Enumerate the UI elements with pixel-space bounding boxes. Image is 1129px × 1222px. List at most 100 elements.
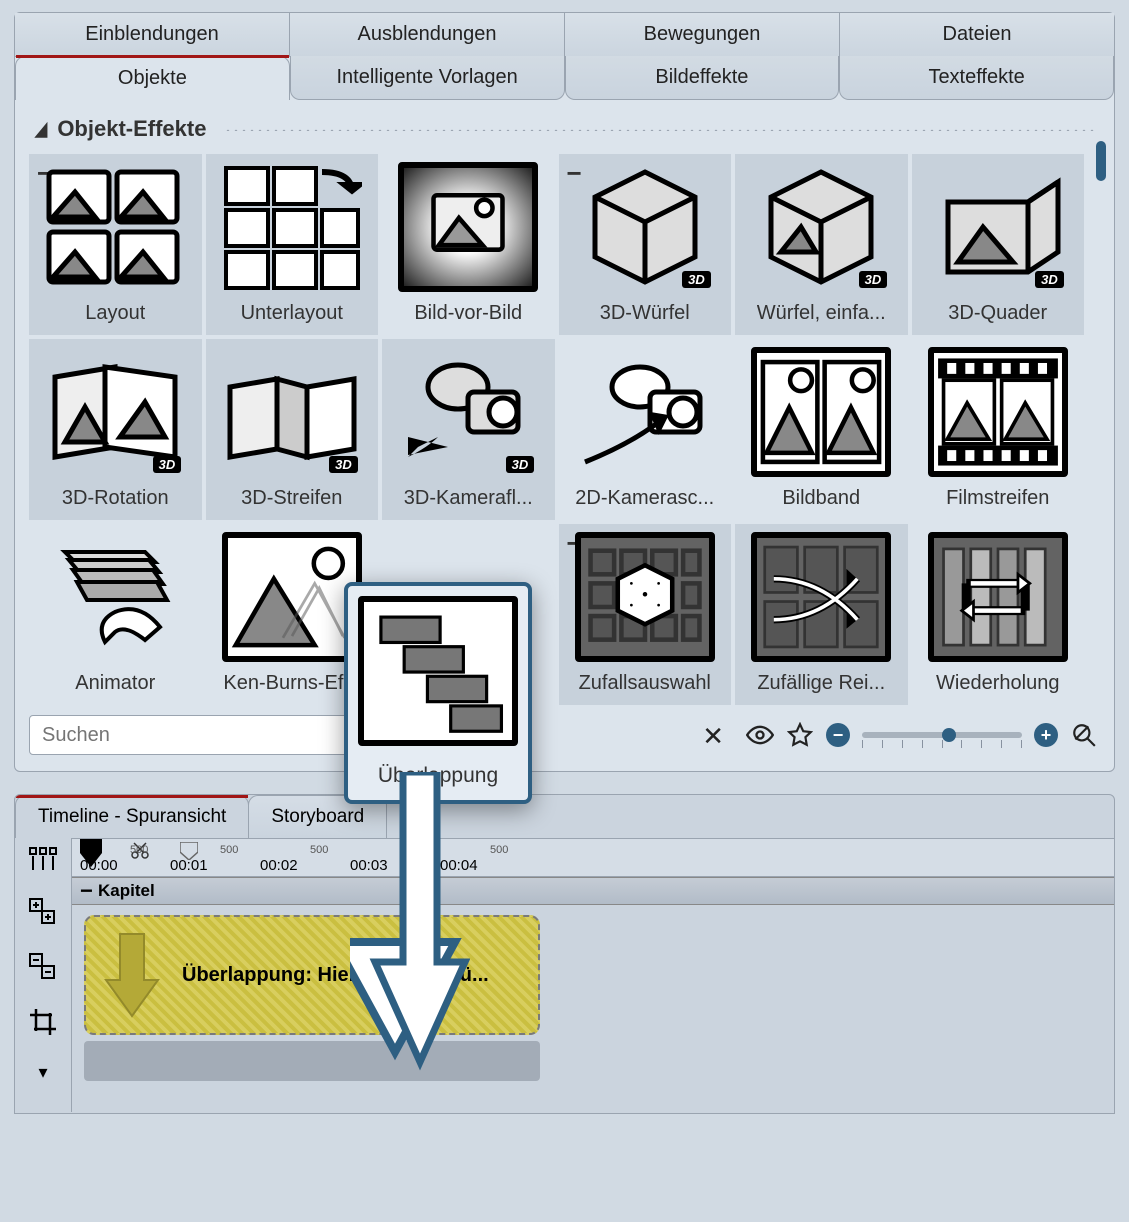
- effect-bildband[interactable]: Bildband: [735, 339, 908, 520]
- tool-tracks-icon[interactable]: [28, 846, 58, 879]
- toolbar: ✕ − +: [29, 715, 1098, 755]
- zufall-thumb: [575, 532, 715, 662]
- tab-dateien[interactable]: Dateien: [840, 13, 1114, 56]
- timeline-drop-zone[interactable]: Überlappung: Hier Bilder einfü...: [84, 915, 540, 1035]
- tab-bewegungen[interactable]: Bewegungen: [565, 13, 840, 56]
- collapse-triangle-icon[interactable]: ◢: [35, 117, 47, 141]
- effect-label: 3D-Streifen: [241, 487, 342, 510]
- subtick: 500: [490, 844, 508, 856]
- time-label: 00:03: [350, 857, 388, 874]
- effect-3d-quader[interactable]: 3D 3D-Quader: [912, 154, 1085, 335]
- effect-wuerfel-einfach[interactable]: 3D Würfel, einfa...: [735, 154, 908, 335]
- effect-label: Ken-Burns-Ef...: [223, 672, 360, 695]
- slider-ticks: [862, 740, 1022, 748]
- effect-3d-wuerfel[interactable]: − 3D 3D-Würfel: [559, 154, 732, 335]
- effect-label: 3D-Rotation: [62, 487, 169, 510]
- timeline-panel: Timeline - Spuransicht Storyboard ▾ 00:0…: [14, 794, 1115, 1114]
- section-header[interactable]: ◢ Objekt-Effekte: [15, 100, 1114, 150]
- badge-3d: 3D: [1035, 271, 1064, 288]
- effect-label: Würfel, einfa...: [757, 302, 886, 325]
- subtick: 500: [130, 844, 148, 856]
- empty-track[interactable]: [84, 1041, 540, 1081]
- timeline-tabs: Timeline - Spuransicht Storyboard: [15, 795, 1114, 838]
- zoom-out-button[interactable]: −: [826, 723, 850, 747]
- effect-label: Filmstreifen: [946, 487, 1049, 510]
- tab-texteffekte[interactable]: Texteffekte: [839, 56, 1114, 100]
- effect-label: Wiederholung: [936, 672, 1059, 695]
- chapter-collapse-icon[interactable]: −: [80, 878, 93, 904]
- search-input[interactable]: [29, 715, 348, 755]
- badge-3d: 3D: [682, 271, 711, 288]
- visibility-eye-icon[interactable]: [746, 721, 774, 749]
- effect-zufaellige-reihenfolge[interactable]: Zufällige Rei...: [735, 524, 908, 705]
- effect-zufallsauswahl[interactable]: − Zufallsauswahl: [559, 524, 732, 705]
- effect-animator[interactable]: Animator: [29, 524, 202, 705]
- zoom-slider[interactable]: [862, 732, 1022, 738]
- effect-bild-vor-bild[interactable]: Bild-vor-Bild: [382, 154, 555, 335]
- effect-label: Bild-vor-Bild: [414, 302, 522, 325]
- zoom-reset-icon[interactable]: [1070, 721, 1098, 749]
- effect-2d-kameraschwenk[interactable]: 2D-Kamerasc...: [559, 339, 732, 520]
- tool-add-tracks-icon[interactable]: [28, 897, 58, 934]
- subtick: 500: [220, 844, 238, 856]
- animator-thumb: [45, 532, 185, 662]
- badge-3d: 3D: [153, 456, 182, 473]
- effect-wiederholung[interactable]: Wiederholung: [912, 524, 1085, 705]
- streifen-thumb: 3D: [222, 347, 362, 477]
- divider-dots: [224, 127, 1096, 131]
- timeline-ruler[interactable]: 00:00 500 00:01 500 00:02 500 00:03 500 …: [72, 839, 1114, 877]
- effect-layout[interactable]: − Layout: [29, 154, 202, 335]
- bildband-thumb: [751, 347, 891, 477]
- tab-ausblendungen[interactable]: Ausblendungen: [290, 13, 565, 56]
- ueberlappung-thumb: [358, 596, 518, 746]
- rotation-thumb: 3D: [45, 347, 185, 477]
- time-label: 00:04: [440, 857, 478, 874]
- chapter-label: Kapitel: [98, 881, 155, 901]
- effect-unterlayout[interactable]: Unterlayout: [206, 154, 379, 335]
- unterlayout-thumb: [222, 162, 362, 292]
- effect-label: Layout: [85, 302, 145, 325]
- tab-timeline-spuransicht[interactable]: Timeline - Spuransicht: [15, 795, 249, 838]
- effect-label: Zufällige Rei...: [757, 672, 885, 695]
- effect-label: 3D-Kamerafl...: [404, 487, 533, 510]
- tab-bildeffekte[interactable]: Bildeffekte: [565, 56, 840, 100]
- time-label: 00:00: [80, 857, 118, 874]
- tab-intelligente-vorlagen[interactable]: Intelligente Vorlagen: [290, 56, 565, 100]
- tool-crop-icon[interactable]: [28, 1007, 58, 1044]
- effect-filmstreifen[interactable]: Filmstreifen: [912, 339, 1085, 520]
- effect-label: Unterlayout: [241, 302, 343, 325]
- effect-3d-kameraflug[interactable]: 3D 3D-Kamerafl...: [382, 339, 555, 520]
- badge-3d: 3D: [329, 456, 358, 473]
- dropzone-text: Überlappung: Hier Bilder einfü...: [182, 964, 489, 987]
- bild-vor-bild-thumb: [398, 162, 538, 292]
- zoom-in-button[interactable]: +: [1034, 723, 1058, 747]
- tool-remove-tracks-icon[interactable]: [28, 952, 58, 989]
- kamera3d-thumb: 3D: [398, 347, 538, 477]
- effects-gallery: − Layout Unterlayout: [29, 154, 1084, 705]
- film-thumb: [928, 347, 1068, 477]
- effect-3d-rotation[interactable]: 3D 3D-Rotation: [29, 339, 202, 520]
- effect-label: 3D-Quader: [948, 302, 1047, 325]
- shuffle-thumb: [751, 532, 891, 662]
- section-title-text: Objekt-Effekte: [57, 116, 206, 142]
- effect-label: Bildband: [782, 487, 860, 510]
- effect-label: Animator: [75, 672, 155, 695]
- drag-preview-ueberlappung[interactable]: Überlappung: [344, 582, 532, 804]
- timeline-main: 00:00 500 00:01 500 00:02 500 00:03 500 …: [71, 838, 1114, 1112]
- tab-einblendungen[interactable]: Einblendungen: [15, 13, 290, 56]
- layout-thumb: [45, 162, 185, 292]
- effect-3d-streifen[interactable]: 3D 3D-Streifen: [206, 339, 379, 520]
- time-label: 00:01: [170, 857, 208, 874]
- favorite-star-icon[interactable]: [786, 721, 814, 749]
- kenburns-thumb: [222, 532, 362, 662]
- kamera2d-thumb: [575, 347, 715, 477]
- subtick: 500: [400, 844, 418, 856]
- scrollbar-thumb[interactable]: [1096, 141, 1106, 181]
- effect-label: 2D-Kamerasc...: [575, 487, 714, 510]
- drop-arrow-icon: [102, 930, 162, 1020]
- clear-search-icon[interactable]: ✕: [702, 721, 724, 752]
- tool-expand-icon[interactable]: ▾: [38, 1062, 47, 1083]
- tab-objekte[interactable]: Objekte: [15, 56, 290, 100]
- badge-3d: 3D: [859, 271, 888, 288]
- chapter-header[interactable]: − Kapitel: [72, 877, 1114, 905]
